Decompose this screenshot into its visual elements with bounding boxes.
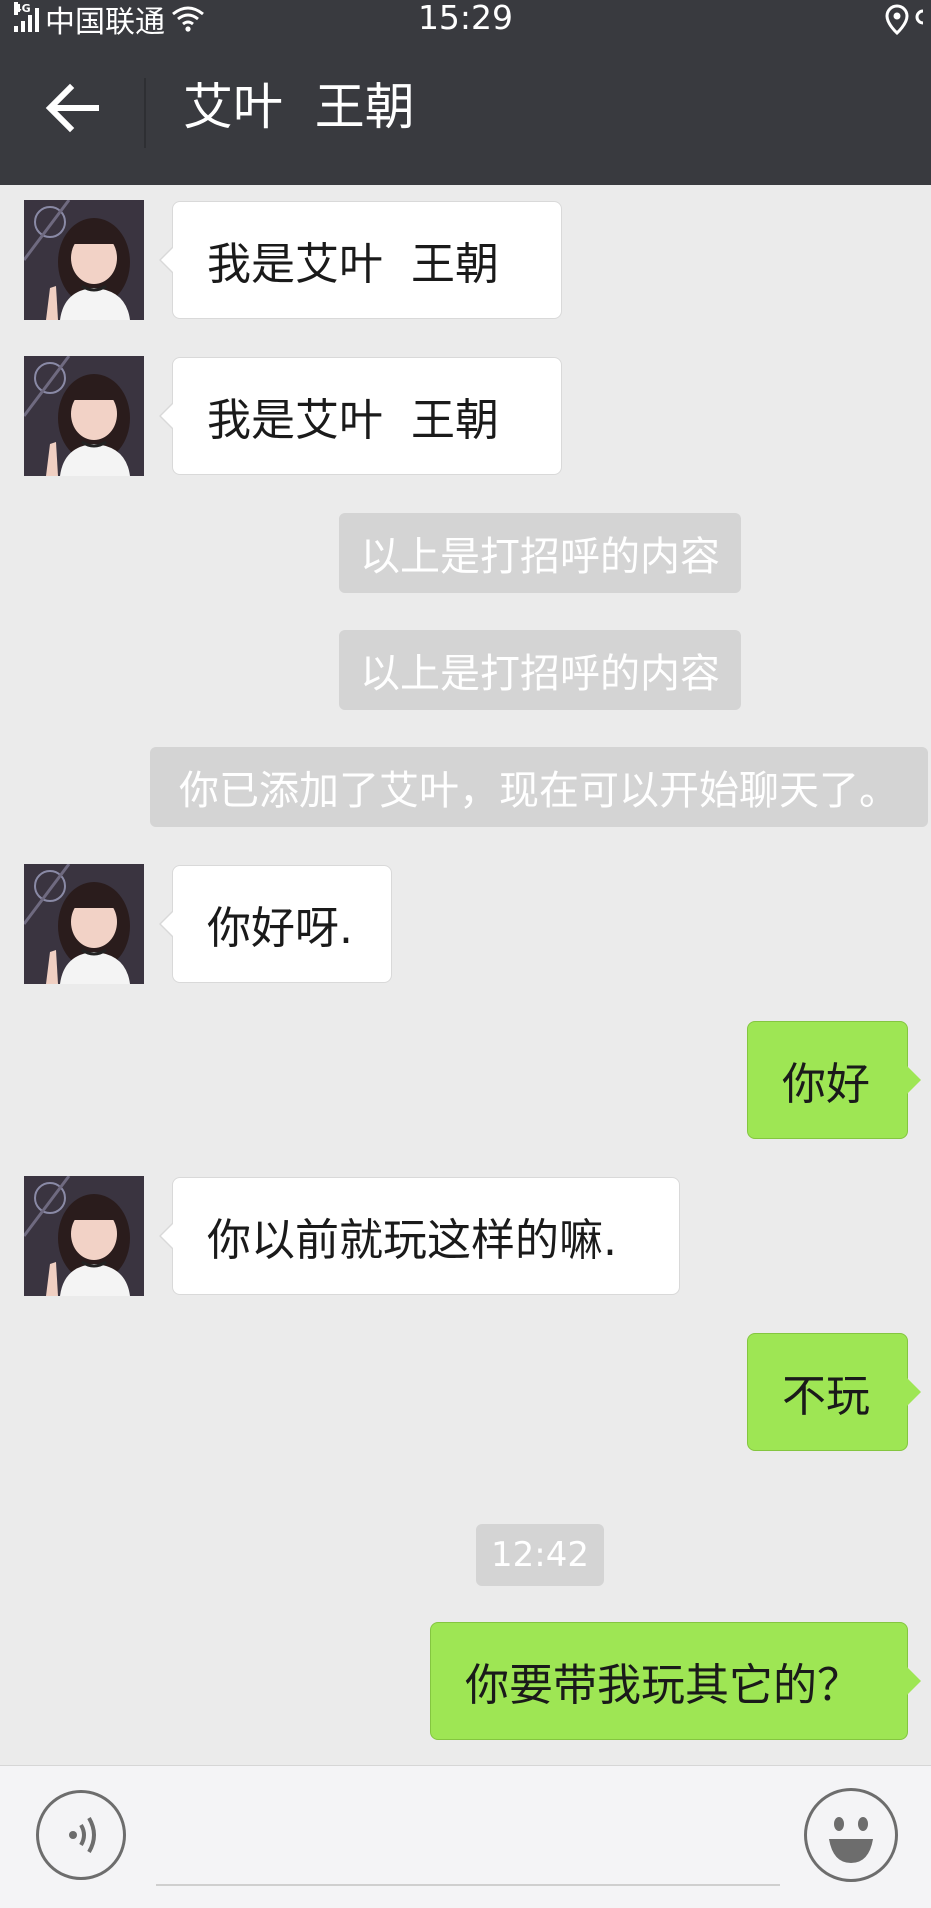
outgoing-message[interactable]: 你要带我玩其它的？	[430, 1622, 921, 1740]
incoming-message[interactable]: 你好呀.	[159, 865, 392, 983]
contact-avatar[interactable]	[24, 864, 144, 984]
back-button[interactable]	[38, 74, 108, 144]
message-input[interactable]	[156, 1884, 780, 1886]
status-time: 15:29	[417, 0, 514, 37]
contact-avatar[interactable]	[24, 200, 144, 320]
emoji-button[interactable]	[804, 1788, 898, 1882]
contact-name-title: 艾叶 王朝	[183, 78, 415, 136]
system-message: 你已添加了艾叶，现在可以开始聊天了。	[150, 747, 928, 827]
back-arrow-icon	[45, 83, 99, 133]
system-message: 以上是打招呼的内容	[339, 513, 741, 593]
time-stamp: 12:42	[476, 1524, 604, 1586]
voice-icon	[69, 1816, 96, 1854]
chat-header: 艾叶 王朝	[0, 38, 931, 185]
header-divider	[144, 78, 146, 148]
status-right	[883, 0, 931, 38]
chat-input-bar	[0, 1765, 931, 1908]
outgoing-message[interactable]: 你好	[747, 1021, 921, 1139]
status-bar: 4G 中国联通 15:29	[0, 0, 931, 40]
location-icon	[885, 4, 924, 35]
voice-input-button[interactable]	[36, 1790, 126, 1880]
emoji-icon	[829, 1817, 873, 1863]
incoming-message[interactable]: 我是艾叶 王朝	[159, 201, 562, 319]
incoming-message[interactable]: 我是艾叶 王朝	[159, 357, 562, 475]
incoming-message[interactable]: 你以前就玩这样的嘛.	[159, 1177, 680, 1295]
system-message: 以上是打招呼的内容	[339, 630, 741, 710]
outgoing-message[interactable]: 不玩	[747, 1333, 921, 1451]
contact-avatar[interactable]	[24, 1176, 144, 1296]
contact-avatar[interactable]	[24, 356, 144, 476]
